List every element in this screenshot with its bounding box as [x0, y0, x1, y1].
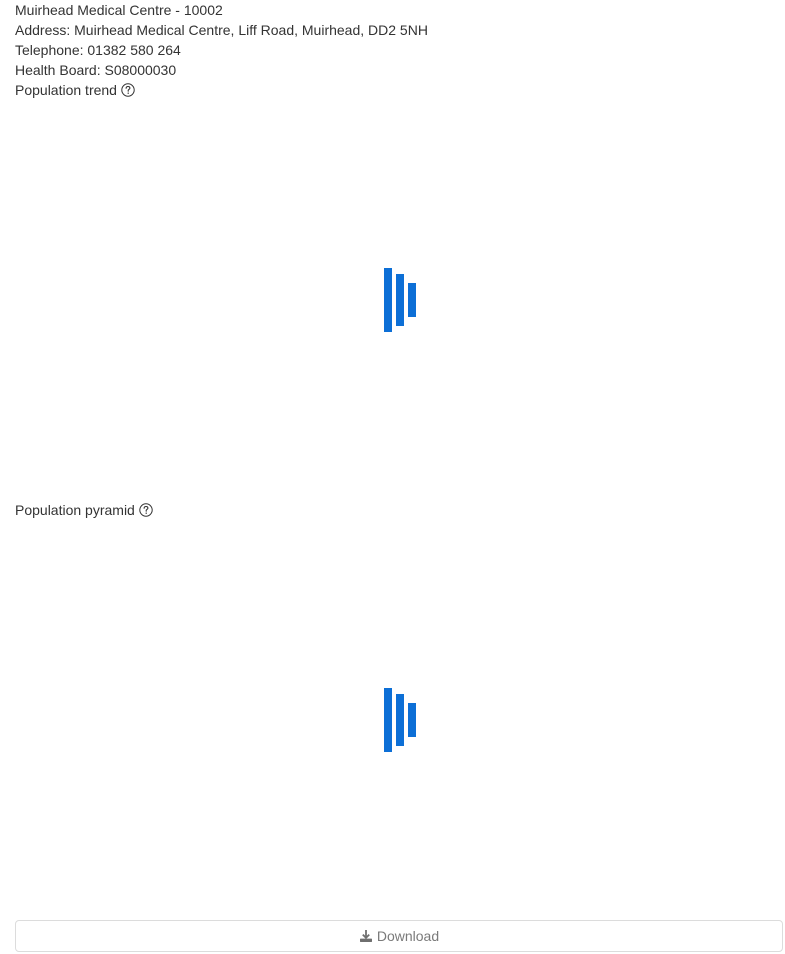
- loader-bar: [384, 268, 392, 332]
- question-circle-icon[interactable]: [139, 503, 153, 517]
- population-pyramid-loading-spinner: [384, 688, 416, 752]
- download-button[interactable]: Download: [15, 920, 783, 952]
- practice-health-board: Health Board: S08000030: [15, 62, 177, 78]
- loader-bar: [384, 688, 392, 752]
- question-circle-icon[interactable]: [121, 83, 135, 97]
- loader-bar: [408, 283, 416, 317]
- loader-bar: [396, 274, 404, 326]
- loader-bar: [408, 703, 416, 737]
- download-label: Download: [376, 928, 440, 944]
- loader-bar: [396, 694, 404, 746]
- population-pyramid-chart-area: [15, 520, 785, 910]
- population-pyramid-title: Population pyramid: [15, 502, 135, 518]
- population-trend-chart-area: [15, 100, 785, 500]
- population-trend-header: Population trend: [15, 80, 135, 100]
- practice-details-page: Muirhead Medical Centre - 10002 Address:…: [0, 0, 785, 954]
- population-trend-title: Population trend: [15, 82, 117, 98]
- practice-name: Muirhead Medical Centre - 10002: [15, 2, 223, 18]
- practice-address: Address: Muirhead Medical Centre, Liff R…: [15, 22, 428, 38]
- download-icon: [359, 929, 373, 943]
- population-trend-loading-spinner: [384, 268, 416, 332]
- practice-telephone: Telephone: 01382 580 264: [15, 42, 181, 58]
- population-pyramid-header: Population pyramid: [15, 500, 153, 520]
